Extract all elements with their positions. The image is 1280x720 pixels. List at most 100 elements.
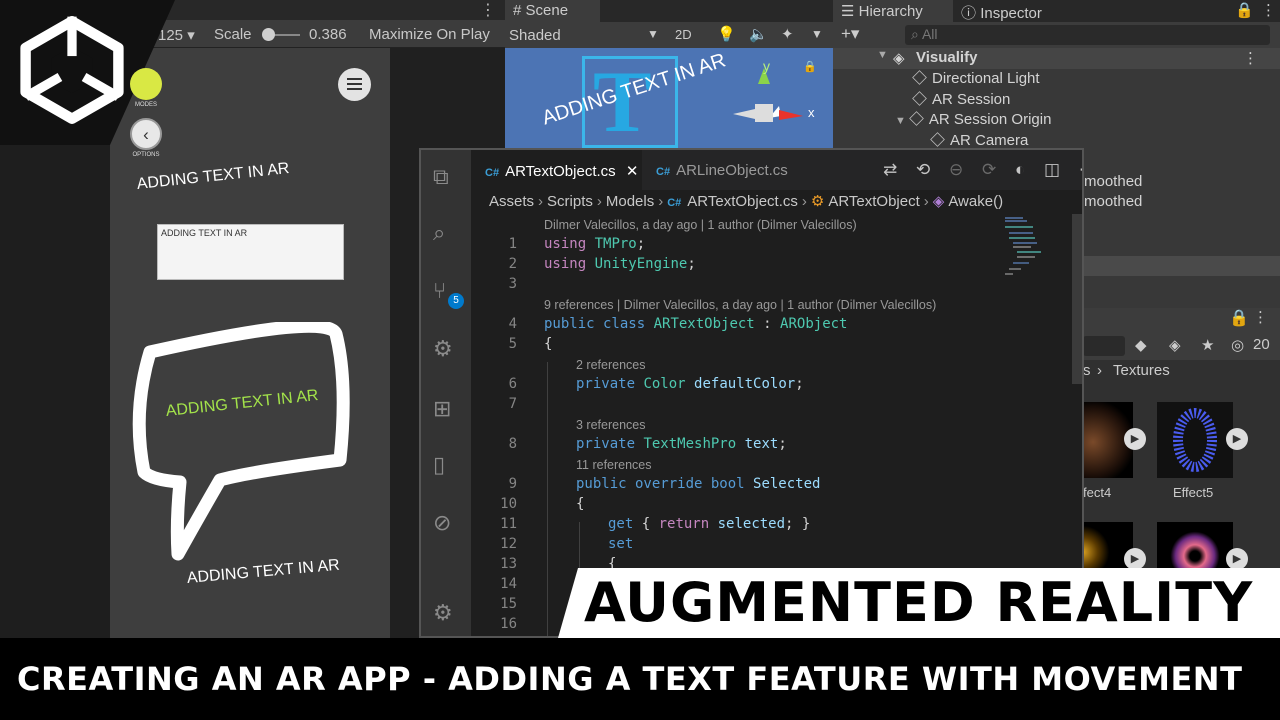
project-search-bar: ◆ ◈ ★ ◎ 20	[1083, 336, 1280, 360]
chevron-down-icon[interactable]: ▼	[877, 49, 888, 61]
scale-label: Scale	[214, 26, 252, 43]
scene-name: Visualify	[916, 49, 978, 66]
settings-gear-icon[interactable]: ⚙	[433, 600, 459, 626]
more-icon[interactable]: ⋮	[1261, 1, 1276, 19]
codelens[interactable]: 9 references | Dilmer Valecillos, a day …	[544, 298, 936, 312]
audio-icon[interactable]: 🔈	[749, 25, 768, 43]
tab-arlineobject[interactable]: C# ARLineObject.cs	[642, 150, 817, 190]
list-item[interactable]: AR Session	[912, 91, 1010, 108]
list-item[interactable]: AR Camera	[930, 132, 1028, 149]
code-token: selected	[717, 516, 786, 532]
code-line: private Color defaultColor;	[576, 376, 804, 392]
add-icon[interactable]: +▾	[841, 24, 859, 44]
chevron-down-icon[interactable]: ▼	[811, 27, 823, 41]
asset-thumbnail[interactable]	[1083, 522, 1133, 574]
project-toolbar: 🔒 ⋮	[1083, 308, 1280, 336]
play-icon[interactable]: ▶	[1124, 548, 1146, 570]
tab-scene[interactable]: # Scene	[505, 0, 600, 22]
code-token: set	[608, 536, 634, 552]
speech-bubble-shape	[132, 322, 350, 561]
csharp-file-icon: C#	[485, 167, 500, 179]
editor-scrollbar[interactable]	[1072, 214, 1082, 384]
lighting-icon[interactable]: 💡	[717, 25, 736, 43]
maximize-on-play-button[interactable]: Maximize On Play	[369, 26, 490, 43]
breadcrumb-folder[interactable]: Textures	[1113, 362, 1170, 379]
remote-explorer-icon[interactable]: ▯	[433, 452, 459, 478]
minimap[interactable]	[1003, 214, 1073, 294]
lock-icon[interactable]: 🔒	[803, 60, 817, 73]
more-icon[interactable]: ⋮	[1253, 308, 1268, 326]
options-button[interactable]: ‹	[130, 118, 162, 150]
line-number: 5	[508, 336, 517, 352]
chevron-down-icon[interactable]: ▼	[895, 115, 906, 127]
chevron-down-icon[interactable]: ▼	[647, 27, 659, 41]
codelens[interactable]: 11 references	[576, 458, 652, 472]
breadcrumb-partial[interactable]: s	[1083, 362, 1091, 379]
list-item[interactable]: ▼ AR Session Origin	[895, 111, 1051, 128]
scene-viewport[interactable]: T ADDING TEXT IN AR y x 🔒	[505, 48, 833, 148]
compare-changes-icon[interactable]: ⇄	[883, 160, 897, 179]
asset-thumbnail[interactable]	[1157, 402, 1233, 478]
star-icon[interactable]: ★	[1201, 336, 1214, 354]
modes-label: MODES	[134, 102, 157, 108]
aspect-dropdown[interactable]: 125 ▾	[158, 26, 195, 44]
ar-text-input[interactable]: ADDING TEXT IN AR	[157, 224, 344, 280]
more-icon[interactable]: ⋮	[1243, 49, 1258, 67]
breadcrumb-item[interactable]: ARTextObject.cs	[687, 193, 798, 210]
codelens[interactable]: 3 references	[576, 418, 645, 432]
play-icon[interactable]: ▶	[1124, 428, 1146, 450]
debug-icon[interactable]: ⚙	[433, 336, 459, 362]
lock-icon[interactable]: 🔒	[1235, 1, 1254, 19]
code-token: ;	[795, 376, 804, 392]
list-item[interactable]: Directional Light	[912, 70, 1040, 87]
code-token: :	[754, 316, 781, 332]
git-graph-icon[interactable]: ⊘	[433, 510, 459, 536]
breadcrumb-item[interactable]: Assets	[489, 193, 534, 210]
code-line: {	[544, 336, 553, 352]
unity-scene-icon: ◈	[893, 50, 905, 67]
go-back-icon[interactable]: ⟲	[916, 160, 930, 179]
play-icon[interactable]: ▶	[1226, 428, 1248, 450]
commit-icon[interactable]: ⊖	[949, 160, 963, 179]
menu-button[interactable]	[338, 68, 371, 101]
more-actions-icon[interactable]: ⋯	[1079, 160, 1082, 179]
tab-hierarchy[interactable]: ☰ Hierarchy	[833, 0, 953, 22]
code-line: using TMPro;	[544, 236, 645, 252]
explorer-icon[interactable]: ⧉	[433, 164, 459, 190]
list-icon: ☰	[841, 3, 855, 20]
draw-mode-dropdown[interactable]: Shaded	[509, 27, 561, 44]
codelens[interactable]: Dilmer Valecillos, a day ago | 1 author …	[544, 218, 857, 232]
go-forward-icon[interactable]: ⟳	[982, 160, 996, 179]
breadcrumb-item[interactable]: Scripts	[547, 193, 593, 210]
breadcrumb-item[interactable]: ARTextObject	[828, 193, 919, 210]
hierarchy-scene-row[interactable]: ▼ ◈ Visualify ⋮	[833, 48, 1280, 69]
code-token: ;	[687, 256, 696, 272]
label-icon[interactable]: ◈	[1169, 336, 1181, 354]
effects-icon[interactable]: ✦	[781, 25, 794, 43]
tab-artextobject[interactable]: C# ARTextObject.cs ✕	[471, 150, 642, 190]
breadcrumb-item[interactable]: Models	[606, 193, 654, 210]
asset-thumbnail[interactable]	[1157, 522, 1233, 574]
modes-button[interactable]	[130, 68, 162, 100]
scale-slider-handle[interactable]	[262, 28, 275, 41]
hierarchy-search-input[interactable]: ⌕ All	[905, 25, 1270, 45]
effect-preview	[1157, 522, 1233, 574]
more-icon[interactable]: ⋮	[480, 0, 496, 20]
2d-toggle[interactable]: 2D	[675, 27, 692, 42]
extensions-icon[interactable]: ⊞	[433, 396, 459, 422]
gitlens-icon[interactable]: ◐	[1015, 160, 1025, 179]
split-editor-icon[interactable]: ◫	[1044, 160, 1060, 179]
project-search-input[interactable]	[1083, 336, 1125, 356]
hidden-icon[interactable]: ◎	[1231, 336, 1244, 354]
list-item[interactable]: moothed	[1084, 173, 1142, 190]
lock-icon[interactable]: 🔒	[1229, 308, 1249, 328]
close-icon[interactable]: ✕	[626, 163, 639, 180]
play-icon[interactable]: ▶	[1226, 548, 1248, 570]
tab-hierarchy-label: Hierarchy	[858, 3, 923, 20]
search-icon[interactable]: ⌕	[433, 220, 459, 246]
tab-inspector[interactable]: ⓘ Inspector	[961, 2, 1042, 23]
codelens[interactable]: 2 references	[576, 358, 645, 372]
list-item[interactable]: moothed	[1084, 193, 1142, 210]
breadcrumb-item[interactable]: Awake()	[948, 193, 1003, 210]
filter-type-icon[interactable]: ◆	[1135, 336, 1147, 354]
